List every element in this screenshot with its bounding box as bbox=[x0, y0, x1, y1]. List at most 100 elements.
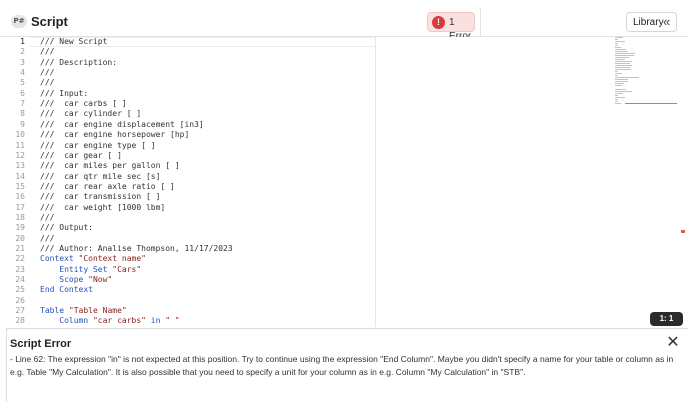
error-panel-title: Script Error bbox=[10, 338, 72, 350]
code-keyword: Table bbox=[40, 306, 69, 316]
code-comment: /// Input: bbox=[40, 88, 89, 98]
minimap-line bbox=[615, 49, 626, 50]
line-number: 8 bbox=[20, 109, 25, 119]
code-string: "Cars" bbox=[112, 264, 142, 274]
scrollbar-error-marker bbox=[681, 230, 685, 233]
code-comment: /// New Script bbox=[40, 37, 108, 46]
line-number: 3 bbox=[20, 57, 25, 67]
code-comment: /// Description: bbox=[40, 57, 118, 67]
code-line[interactable]: Entity Set "Cars" bbox=[40, 265, 141, 275]
code-line[interactable]: /// car rear axle ratio [ ] bbox=[40, 182, 175, 192]
line-number: 9 bbox=[20, 119, 25, 129]
script-header: P# Script ! 1 Error Library « bbox=[0, 0, 688, 42]
minimap-line bbox=[615, 101, 618, 102]
code-line[interactable]: /// bbox=[40, 68, 54, 78]
code-line[interactable]: /// car qtr mile sec [s] bbox=[40, 172, 160, 182]
code-line[interactable]: Table "Table Name" bbox=[40, 306, 127, 316]
code-comment: /// car engine horsepower [hp] bbox=[40, 130, 190, 140]
line-number-gutter: 1 2 3 4 5 6 7 8 9 10 11 12 13 14 15 16 17 18 19 20 21 22 23 24 2… bbox=[0, 37, 30, 327]
line-number: 26 bbox=[15, 295, 25, 305]
code-line[interactable]: /// car carbs [ ] bbox=[40, 99, 127, 109]
line-number: 12 bbox=[15, 150, 25, 160]
minimap-line bbox=[615, 99, 618, 100]
code-keyword: End Context bbox=[40, 285, 93, 295]
code-line[interactable]: /// New Script bbox=[40, 37, 107, 47]
code-line[interactable]: /// Output: bbox=[40, 223, 93, 233]
code-comment: /// car engine type [ ] bbox=[40, 140, 156, 150]
code-comment: /// car carbs [ ] bbox=[40, 99, 127, 109]
minimap-line bbox=[615, 67, 630, 68]
code-keyword: Entity Set bbox=[40, 264, 113, 274]
code-line[interactable]: /// bbox=[40, 78, 54, 88]
line-number: 23 bbox=[15, 264, 25, 274]
code-comment: /// car engine displacement [in3] bbox=[40, 119, 204, 129]
page-title: Script bbox=[31, 14, 68, 29]
minimap-line bbox=[615, 45, 618, 46]
line-number: 22 bbox=[15, 254, 25, 264]
line-number: 14 bbox=[15, 171, 25, 181]
error-icon: ! bbox=[432, 16, 445, 29]
code-line[interactable]: End Context bbox=[40, 285, 93, 295]
line-number: 7 bbox=[20, 99, 25, 109]
code-line[interactable]: /// bbox=[40, 213, 54, 223]
close-icon[interactable]: ✕ bbox=[664, 334, 682, 352]
error-count-badge[interactable]: ! 1 Error bbox=[427, 12, 475, 42]
code-comment: /// car qtr mile sec [s] bbox=[40, 171, 161, 181]
minimap[interactable] bbox=[615, 37, 679, 107]
minimap-line bbox=[615, 73, 622, 74]
minimap-line bbox=[615, 77, 639, 78]
line-number: 20 bbox=[15, 233, 25, 243]
line-number: 13 bbox=[15, 161, 25, 171]
code-line[interactable]: /// car cylinder [ ] bbox=[40, 109, 141, 119]
code-line[interactable]: /// car miles per gallon [ ] bbox=[40, 161, 180, 171]
code-comment: /// bbox=[40, 68, 55, 78]
code-line[interactable]: /// Input: bbox=[40, 89, 88, 99]
code-line[interactable]: /// car gear [ ] bbox=[40, 151, 122, 161]
code-string: " " bbox=[165, 316, 180, 326]
script-type-icon: P# bbox=[11, 15, 27, 28]
minimap-line bbox=[615, 91, 633, 92]
code-keyword: in bbox=[145, 316, 166, 326]
cursor-position-badge: 1: 1 bbox=[650, 312, 683, 326]
code-comment: /// bbox=[40, 47, 55, 57]
code-line[interactable]: /// car weight [1000 lbm] bbox=[40, 203, 165, 213]
minimap-line bbox=[615, 71, 618, 72]
code-editor[interactable]: 1 2 3 4 5 6 7 8 9 10 11 12 13 14 15 16 17 18 19 20 21 22 23 24 2… bbox=[0, 37, 688, 327]
code-line[interactable]: /// bbox=[40, 234, 54, 244]
minimap-line bbox=[615, 75, 618, 76]
line-number: 25 bbox=[15, 285, 25, 295]
double-chevron-left-icon: « bbox=[663, 14, 671, 29]
code-line[interactable]: /// car transmission [ ] bbox=[40, 192, 160, 202]
code-line[interactable]: /// car engine type [ ] bbox=[40, 141, 156, 151]
code-line[interactable]: /// Author: Analise Thompson, 11/17/2023 bbox=[40, 244, 233, 254]
minimap-line bbox=[615, 79, 629, 80]
line-number: 27 bbox=[15, 306, 25, 316]
minimap-line bbox=[615, 47, 621, 48]
code-line[interactable]: /// car engine horsepower [hp] bbox=[40, 130, 189, 140]
minimap-line bbox=[615, 63, 630, 64]
minimap-line bbox=[615, 95, 618, 96]
code-line[interactable]: /// car engine displacement [in3] bbox=[40, 120, 204, 130]
code-line[interactable]: Column "car carbs" in " " bbox=[40, 316, 180, 326]
code-line[interactable]: /// Description: bbox=[40, 58, 117, 68]
minimap-line bbox=[615, 93, 624, 94]
code-line[interactable]: Scope "Now" bbox=[40, 275, 112, 285]
code-line[interactable]: /// bbox=[40, 47, 54, 57]
code-string: "Now" bbox=[88, 275, 113, 285]
minimap-line bbox=[615, 51, 628, 52]
minimap-line bbox=[615, 43, 618, 44]
code-keyword: Column bbox=[40, 316, 93, 326]
minimap-line bbox=[615, 83, 624, 84]
library-button[interactable]: Library « bbox=[626, 12, 677, 32]
code-area[interactable]: /// New Script////// Description:///////… bbox=[40, 37, 375, 327]
code-comment: /// car rear axle ratio [ ] bbox=[40, 181, 175, 191]
minimap-line bbox=[615, 97, 625, 98]
code-comment: /// Author: Analise Thompson, 11/17/2023 bbox=[40, 244, 233, 253]
line-number: 28 bbox=[15, 316, 25, 326]
code-comment: /// bbox=[40, 233, 55, 243]
minimap-line bbox=[615, 89, 626, 90]
code-string: "car carbs" bbox=[92, 316, 146, 326]
minimap-line bbox=[615, 39, 618, 40]
code-string: "Context name" bbox=[78, 254, 146, 264]
code-line[interactable]: Context "Context name" bbox=[40, 254, 146, 264]
